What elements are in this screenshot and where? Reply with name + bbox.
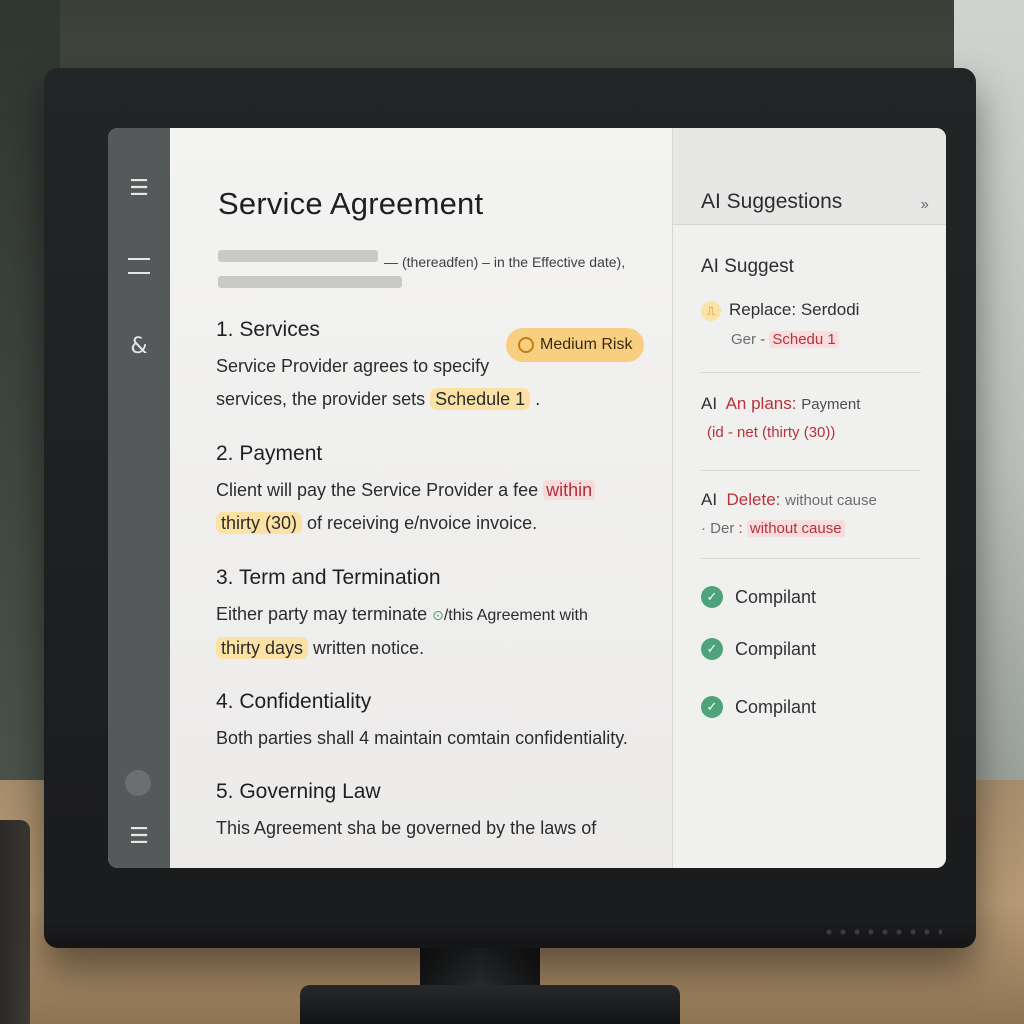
check-icon: ✓ (701, 638, 723, 660)
text-span: Either party may terminate (216, 604, 428, 624)
effective-date-text: (thereadfen) – in the Effective date), (402, 254, 626, 270)
suggestion-highlight: without cause (746, 520, 845, 537)
monitor-stand-base (300, 985, 680, 1024)
section-heading: 3. Term and Termination (216, 566, 441, 589)
placeholder-line (218, 276, 402, 288)
avatar[interactable] (125, 770, 151, 796)
section-line: Client will pay the Service Provider a f… (216, 474, 596, 507)
ai-label: AI (701, 490, 718, 509)
text-span: - (760, 331, 766, 348)
section-body: Both parties shall 4 maintain comtain co… (216, 722, 628, 755)
user-edit-icon[interactable]: & (108, 336, 170, 358)
section-line: This Agreement sha be governed by the la… (216, 818, 597, 838)
suggestion-highlight: Schedu 1 (769, 331, 839, 348)
menu-icon[interactable]: ☰ (108, 178, 170, 200)
suggestion-detail: (id - net (thirty (30)) (701, 424, 921, 441)
suggestion-detail: · Der : without cause (701, 520, 921, 537)
section-heading: 5. Governing Law (216, 780, 381, 803)
comment-icon[interactable]: ⊙ (432, 607, 444, 623)
monitor-buttons (822, 928, 942, 936)
suggestion-detail: Ger - Schedu 1 (701, 331, 921, 348)
section-line: Either party may terminate ⊙/this Agreem… (216, 598, 588, 632)
section-heading: 1. Services (216, 318, 320, 341)
suggestion-card[interactable]: AI An plans: Payment (id - net (thirty (… (701, 394, 921, 441)
background-pen-cup (0, 820, 30, 1024)
suggestion-card[interactable]: AI Delete: without cause · Der : without… (701, 490, 921, 537)
warning-icon: ⎍ (701, 301, 721, 321)
highlight-thirty[interactable]: thirty (30) (216, 512, 303, 534)
panel-title: AI Suggestions (701, 190, 843, 213)
check-icon: ✓ (701, 586, 723, 608)
highlight-schedule[interactable]: Schedule 1 (430, 388, 531, 410)
suggestion-line: AI Delete: without cause (701, 490, 921, 510)
text-span: : (738, 520, 743, 537)
suggestion-value: without cause (785, 492, 877, 509)
text-span: Client will pay the Service Provider (216, 480, 494, 500)
highlight-thirty-days[interactable]: thirty days (216, 637, 309, 659)
section-body: Client will pay the Service Provider a f… (216, 474, 596, 540)
suggestion-action: Replace: (729, 300, 797, 319)
divider (701, 470, 921, 471)
compliance-item[interactable]: ✓ Compilant (701, 638, 816, 660)
section-body: Either party may terminate ⊙/this Agreem… (216, 598, 588, 665)
section-line: thirty days written notice. (216, 632, 588, 665)
text-span: (id (707, 424, 724, 441)
compliance-label: Compilant (735, 638, 817, 659)
collapse-panel-icon[interactable]: ›› (920, 196, 929, 214)
risk-badge-label: Medium Risk (540, 336, 633, 353)
section-line: thirty (30) of receiving e/nvoice invoic… (216, 507, 595, 540)
text-span: of receiving e/nvoice invoice. (302, 513, 538, 533)
suggestions-subheader: AI Suggest (701, 256, 794, 277)
suggestion-value: Payment (801, 396, 861, 413)
section-line: Both parties shall 4 maintain comtain co… (216, 728, 628, 748)
text-span: /this Agreement with (443, 607, 588, 624)
check-icon: ✓ (701, 696, 723, 718)
suggestion-line: ⎍ Replace: Serdodi (701, 300, 921, 321)
document-title: Service Agreement (218, 186, 484, 221)
suggestion-value: Serdodi (800, 300, 860, 319)
text-span: Ger (731, 331, 757, 348)
section-line: services, the provider sets Schedule 1 . (216, 383, 540, 416)
compliance-item[interactable]: ✓ Compilant (701, 586, 816, 608)
suggestion-line: AI An plans: Payment (701, 394, 921, 414)
document-pane: Service Agreement — (thereadfen) – in th… (170, 128, 672, 868)
text-span: - (727, 424, 733, 441)
section-heading: 2. Payment (216, 442, 323, 465)
text-span: services, the provider sets (216, 389, 426, 409)
compliance-label: Compilant (735, 696, 817, 717)
suggestion-card[interactable]: ⎍ Replace: Serdodi Ger - Schedu 1 (701, 300, 921, 348)
meta-dash: — (384, 254, 398, 270)
section-body: Service Provider agrees to specify servi… (216, 350, 540, 416)
suggestion-action: An plans: (725, 394, 797, 413)
suggestion-highlight: net (thirty (30)) (737, 424, 836, 441)
section-heading: 4. Confidentiality (216, 690, 372, 713)
panel-header: AI Suggestions ›› (673, 128, 946, 225)
divider (701, 372, 921, 373)
compliance-label: Compilant (735, 586, 817, 607)
compliance-item[interactable]: ✓ Compilant (701, 696, 816, 718)
ai-suggestions-panel: AI Suggestions ›› AI Suggest ⎍ Replace: S… (672, 128, 946, 868)
section-body: This Agreement sha be governed by the la… (216, 812, 596, 845)
highlight-within[interactable]: within (543, 480, 596, 500)
outline-icon[interactable] (108, 256, 170, 274)
app-screen: ☰ & ☰ Service Agreement — (thereadfen) –… (108, 128, 946, 868)
ai-label: AI (701, 394, 718, 413)
text-span: written notice. (308, 638, 425, 658)
placeholder-line (218, 250, 378, 262)
section-line: Service Provider agrees to specify (216, 356, 490, 376)
settings-menu-icon[interactable]: ☰ (108, 826, 170, 848)
divider (701, 558, 921, 559)
sidebar-rail: ☰ & ☰ (108, 128, 170, 868)
text-span: . (535, 389, 541, 409)
text-span: · Der (701, 520, 735, 537)
suggestion-action: Delete: (726, 490, 781, 509)
text-span: a fee (493, 480, 544, 500)
